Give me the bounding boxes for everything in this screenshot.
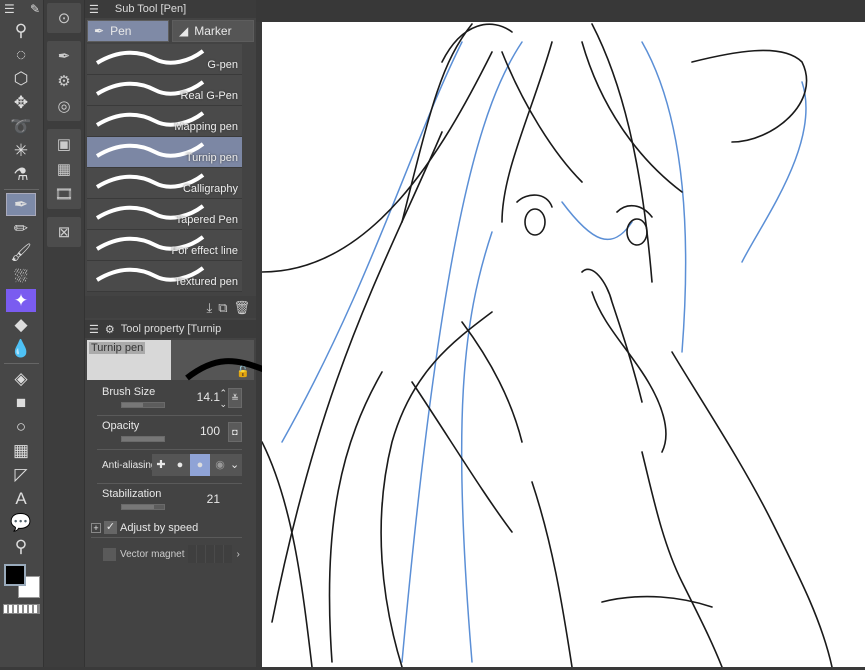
gradient-tool-icon[interactable]: ■: [6, 391, 36, 414]
anti-aliasing-selector[interactable]: ✚ ● ● ◉ ⌄: [152, 454, 242, 476]
pen-tool-icon[interactable]: ✎: [30, 2, 40, 16]
material-icon[interactable]: ▦: [49, 157, 79, 181]
eraser-icon[interactable]: ◆: [6, 313, 36, 336]
timeline-icon[interactable]: 🎞: [49, 182, 79, 206]
airbrush-icon[interactable]: ⛆: [6, 265, 36, 288]
pen-icon: ✒: [94, 24, 105, 38]
brush-size-property[interactable]: Brush Size 14.1 ⌃ ⌄ ≚: [97, 382, 242, 416]
opacity-settings-button[interactable]: ◘: [228, 422, 242, 442]
pencil-tool-icon[interactable]: ✏: [6, 217, 36, 240]
fill-tool-icon[interactable]: ◈: [6, 367, 36, 390]
layer-icon[interactable]: ▣: [49, 132, 79, 156]
eyedropper-icon[interactable]: ⚗: [6, 163, 36, 186]
brush-item[interactable]: Real G-Pen: [87, 75, 242, 106]
ai-sparkle-icon[interactable]: ✦: [6, 289, 36, 312]
brush-item[interactable]: For effect line: [87, 230, 242, 261]
pen-group-icon[interactable]: ✒: [49, 44, 79, 68]
brush-tool-icon[interactable]: 🖌: [6, 241, 36, 264]
menu-icon[interactable]: ☰: [4, 2, 15, 16]
menu-icon[interactable]: ☰: [89, 323, 99, 336]
frame-tool-icon[interactable]: ▦: [6, 439, 36, 462]
brush-label: Textured pen: [174, 276, 238, 288]
close-panel-icon[interactable]: ⊠: [49, 220, 79, 244]
tool-property-icon: ⚙: [104, 323, 115, 336]
sub-tool-panel: ☰ Sub Tool [Pen] ✒ Pen ◢ Marker G-pen Real G…: [84, 0, 325, 667]
operation-group-icon[interactable]: ⊙: [49, 6, 79, 30]
brush-preview: Turnip pen 🔓: [87, 340, 325, 381]
opacity-slider[interactable]: [121, 436, 165, 442]
brush-stroke-preview: [95, 49, 205, 65]
sub-tool-title: Sub Tool [Pen]: [114, 3, 187, 15]
marker-icon: ◢: [179, 24, 189, 38]
tool-bar: ☰ ✎ ⚲ ◌ ⬡ ✥ ➰ ✳ ⚗ ✒ ✏ 🖌 ⛆ ✦ ◆ 💧 ◈ ■ ○ ▦ ◸…: [0, 0, 44, 667]
color-swatches[interactable]: [0, 562, 43, 602]
brush-item[interactable]: Textured pen: [87, 261, 242, 292]
chevron-down-icon[interactable]: ⌄: [230, 454, 242, 476]
brush-item[interactable]: Turnip pen: [87, 137, 242, 168]
brush-size-slider[interactable]: [121, 402, 165, 408]
stabilization-slider[interactable]: [121, 504, 165, 510]
tool-group-column: ⊙ ✒ ⚙ ◎ ▣ ▦ 🎞 ⊠: [44, 0, 84, 667]
stabilization-property[interactable]: Stabilization 21: [97, 484, 242, 518]
move-tool-icon[interactable]: ✥: [6, 91, 36, 114]
transparent-color-swatch[interactable]: [3, 604, 40, 614]
brush-item[interactable]: G-pen: [87, 44, 242, 75]
brush-label: Mapping pen: [174, 121, 238, 133]
brush-label: Calligraphy: [182, 183, 238, 195]
brush-label: Tapered Pen: [175, 214, 238, 226]
text-tool-icon[interactable]: A: [6, 487, 36, 510]
canvas[interactable]: [261, 22, 865, 668]
vector-magnet-checkbox[interactable]: [103, 547, 116, 561]
figure-tool-icon[interactable]: ○: [6, 415, 36, 438]
preview-label: Turnip pen: [89, 342, 146, 354]
blend-tool-icon[interactable]: 💧: [6, 337, 36, 360]
pen-texture-icon[interactable]: ◎: [49, 94, 79, 118]
magic-wand-icon[interactable]: ✳: [6, 139, 36, 162]
opacity-property[interactable]: Opacity 100 ◘: [97, 416, 242, 450]
balloon-tool-icon[interactable]: 💬: [6, 511, 36, 534]
pen-tool-active-icon[interactable]: ✒: [6, 193, 36, 216]
pen-settings-icon[interactable]: ⚙: [49, 69, 79, 93]
zoom-tool-icon[interactable]: ⚲: [6, 19, 36, 42]
brush-label: Turnip pen: [185, 152, 238, 164]
pressure-button[interactable]: ≚: [228, 388, 242, 408]
object-select-icon[interactable]: ⬡: [6, 67, 36, 90]
brush-label: For effect line: [171, 245, 238, 257]
rotate-tool-icon[interactable]: ◌: [6, 43, 36, 66]
main-color-swatch[interactable]: [4, 564, 26, 586]
delete-icon[interactable]: 🗑: [233, 300, 250, 315]
import-icon[interactable]: ⤓: [206, 300, 212, 315]
line-art-drawing: [261, 23, 833, 668]
adjust-by-speed-row[interactable]: + ✓ Adjust by speed: [91, 518, 242, 538]
vector-magnet-row[interactable]: Vector magnet ›: [103, 544, 242, 564]
brush-label: G-pen: [207, 59, 238, 71]
tool-property-title: Tool property [Turnip: [120, 323, 222, 335]
brush-label: Real G-Pen: [180, 90, 238, 102]
anti-aliasing-property[interactable]: Anti-aliasing ✚ ● ● ◉ ⌄: [97, 450, 242, 484]
brush-item[interactable]: Mapping pen: [87, 106, 242, 137]
duplicate-icon[interactable]: ⧉: [218, 300, 227, 315]
adjust-by-speed-checkbox[interactable]: ✓: [104, 521, 117, 534]
tab-pen[interactable]: ✒ Pen: [87, 20, 169, 42]
brush-item[interactable]: Calligraphy: [87, 168, 242, 199]
correct-line-icon[interactable]: ⚲: [6, 535, 36, 558]
expand-icon[interactable]: +: [91, 522, 101, 533]
tab-marker[interactable]: ◢ Marker: [172, 20, 254, 42]
ruler-tool-icon[interactable]: ◸: [6, 463, 36, 486]
canvas-top-bar: [256, 0, 865, 22]
brush-item[interactable]: Tapered Pen: [87, 199, 242, 230]
menu-icon[interactable]: ☰: [89, 3, 99, 16]
lasso-tool-icon[interactable]: ➰: [6, 115, 36, 138]
